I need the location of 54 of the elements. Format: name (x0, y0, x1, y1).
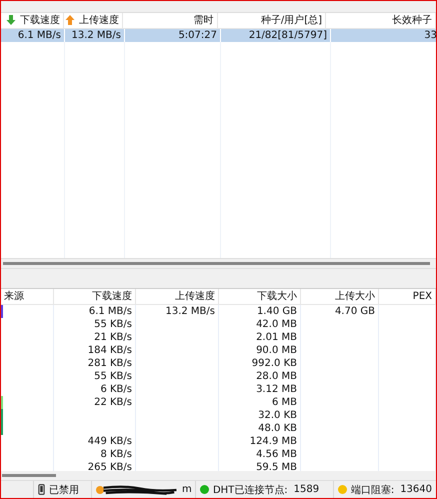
table-cell: 33 (424, 30, 436, 41)
table-cell: 42.0 MB (256, 318, 297, 330)
column-header[interactable]: 上传速度 (175, 289, 215, 304)
table-cell: 32.0 KB (258, 410, 297, 421)
table-cell: 449 KB/s (88, 436, 132, 447)
table-cell: 1.40 GB (256, 306, 297, 317)
table-cell: 28.0 MB (256, 370, 297, 382)
column-header[interactable]: 下载大小 (257, 289, 297, 304)
column-header[interactable]: 上传大小 (335, 289, 375, 304)
status-label: 端口阻塞: (350, 484, 394, 497)
table-cell: 48.0 KB (258, 422, 297, 434)
table-cell: 4.56 MB (256, 448, 297, 460)
status-value: 13640 (400, 484, 432, 496)
table-cell: 59.5 MB (256, 462, 297, 472)
status-label: 已禁用 (48, 484, 79, 497)
table-cell: 4.70 GB (334, 306, 375, 317)
table-cell: 6.1 MB/s (88, 306, 132, 317)
table-cell: 5:07:27 (178, 30, 217, 41)
table-cell: 8 KB/s (100, 448, 132, 460)
table-cell: 22 KB/s (94, 396, 132, 408)
table-cell: 992.0 KB (252, 358, 297, 369)
down-arrow-icon (6, 15, 16, 26)
column-header[interactable]: 上传速度 (79, 13, 120, 28)
table-cell: 184 KB/s (88, 344, 132, 356)
table-cell: 21 KB/s (94, 332, 132, 343)
table-cell: 265 KB/s (88, 462, 132, 472)
column-header[interactable]: 长效种子 (392, 13, 432, 28)
scrollbar-thumb[interactable] (2, 474, 56, 478)
column-header[interactable]: 来源 (4, 289, 24, 304)
table-cell: 55 KB/s (94, 370, 132, 382)
up-arrow-icon (65, 15, 76, 26)
table-cell: 3.12 MB (256, 384, 297, 395)
table-cell: 6 MB (272, 396, 297, 408)
phone-icon (38, 484, 45, 496)
table-cell: 2.01 MB (256, 332, 297, 343)
table-cell: 55 KB/s (94, 318, 132, 330)
table-cell: 13.2 MB/s (71, 30, 121, 41)
torrent-row[interactable]: 6.1 MB/s 13.2 MB/s 5:07:27 21/82[81/5797] 33 (1, 28, 436, 42)
column-header[interactable]: 下载速度 (92, 289, 132, 304)
status-value: 1589 (294, 484, 320, 496)
table-cell: 124.9 MB (250, 436, 297, 447)
status-label: m (182, 484, 192, 496)
table-cell: 21/82[81/5797] (248, 30, 327, 41)
column-header[interactable]: 需时 (194, 13, 214, 28)
column-header[interactable]: PEX (412, 290, 432, 302)
table-cell: 13.2 MB/s (165, 306, 215, 317)
table-cell: 6 KB/s (100, 384, 132, 395)
column-header[interactable]: 下载速度 (20, 13, 60, 28)
status-label: DHT已连接节点: (212, 484, 288, 497)
column-header[interactable]: 种子/用户[总] (260, 13, 322, 28)
table-cell: 90.0 MB (256, 344, 297, 356)
table-cell: 281 KB/s (88, 358, 132, 369)
table-cell: 6.1 MB/s (18, 30, 61, 41)
scrollbar-thumb[interactable] (3, 262, 430, 265)
